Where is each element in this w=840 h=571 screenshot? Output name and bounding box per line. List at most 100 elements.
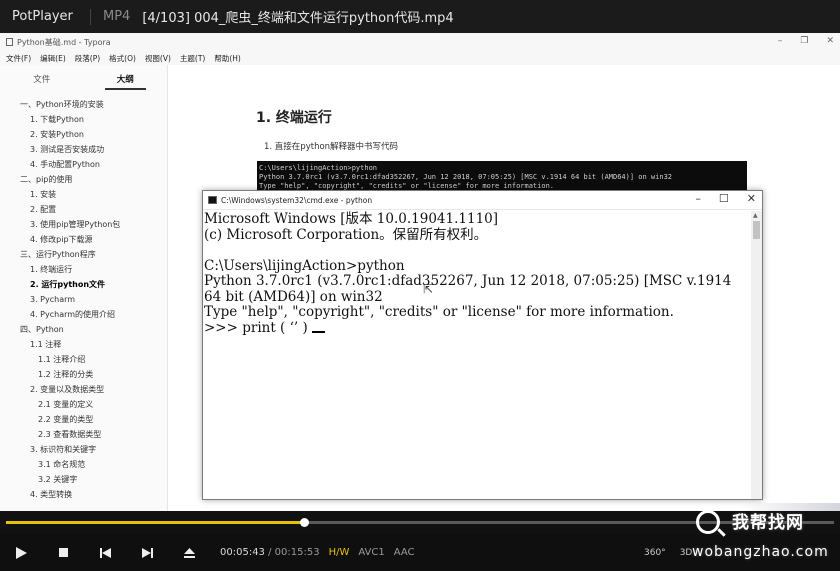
menu-item[interactable]: 主题(T) [180, 53, 205, 64]
outline-item[interactable]: 3. 标识符和关键字 [0, 442, 167, 457]
outline-item[interactable]: 2. 运行python文件 [0, 277, 167, 292]
outline-item[interactable]: 2. 安装Python [0, 127, 167, 142]
typora-title-bar: Python基础.md - Typora – ❐ ✕ [0, 33, 840, 51]
outline-item[interactable]: 二、pip的使用 [0, 172, 167, 187]
outline-item[interactable]: 2. 配置 [0, 202, 167, 217]
typora-window-controls: – ❐ ✕ [778, 36, 834, 46]
typora-sidebar: 文件 大纲 一、Python环境的安装 1. 下载Python 2. 安装Pytho… [0, 65, 168, 511]
close-icon[interactable]: ✕ [747, 192, 756, 205]
cmd-window-controls: – ☐ ✕ [695, 192, 756, 205]
play-button[interactable] [0, 534, 42, 571]
menu-item[interactable]: 文件(F) [6, 53, 31, 64]
console-line: 64 bit (AMD64)] on win32 [204, 288, 383, 305]
console-line: (c) Microsoft Corporation。保留所有权利。 [204, 226, 488, 243]
minimize-icon[interactable]: – [778, 36, 783, 46]
cmd-scrollbar[interactable]: ▲ [751, 211, 762, 499]
total-time: / 00:15:53 [268, 547, 320, 558]
player-title-bar: PotPlayer MP4 [4/103] 004_爬虫_终端和文件运行pyth… [0, 0, 840, 33]
cmd-console[interactable]: Microsoft Windows [版本 10.0.19041.1110] (c… [204, 211, 750, 499]
outline-item[interactable]: 3.1 命名规范 [0, 457, 167, 472]
audio-codec-badge[interactable]: AAC [394, 547, 415, 558]
outline-item[interactable]: 1. 下载Python [0, 112, 167, 127]
eject-button[interactable] [168, 534, 210, 571]
divider [90, 8, 91, 25]
eject-icon [183, 547, 195, 558]
watermark-domain: wobangzhao.com [692, 544, 829, 560]
scroll-up-icon[interactable]: ▲ [753, 212, 758, 219]
outline-item[interactable]: 3.2 关键字 [0, 472, 167, 487]
outline-item[interactable]: 1. 终端运行 [0, 262, 167, 277]
scroll-thumb[interactable] [753, 221, 760, 239]
maximize-icon[interactable]: ☐ [719, 192, 729, 205]
console-line: C:\Users\lijingAction>python [204, 257, 405, 274]
seek-progress [6, 521, 305, 524]
magnifier-icon [696, 510, 720, 534]
stop-button[interactable] [42, 534, 84, 571]
watermark: 我帮找网 wobangzhao.com [690, 508, 840, 571]
outline-item[interactable]: 4. 类型转换 [0, 487, 167, 502]
outline-item[interactable]: 2. 变量以及数据类型 [0, 382, 167, 397]
minimize-icon[interactable]: – [695, 192, 701, 205]
console-line: Python 3.7.0rc1 (v3.7.0rc1:dfad352267, J… [204, 273, 732, 289]
cmd-window[interactable]: C:\Windows\system32\cmd.exe - python – ☐… [202, 190, 763, 500]
terminal-icon [208, 196, 217, 204]
console-line: >>> print ( ‘’ ) [204, 320, 750, 337]
app-name[interactable]: PotPlayer [0, 9, 84, 24]
video-frame[interactable]: Python基础.md - Typora – ❐ ✕ 文件(F) 编辑(E) 段落(… [0, 33, 840, 511]
sidebar-tabs: 文件 大纲 [0, 65, 167, 95]
outline-item[interactable]: 1.2 注释的分类 [0, 367, 167, 382]
right-control-icons: 360° 3D [644, 534, 692, 571]
outline-item[interactable]: 3. 测试是否安装成功 [0, 142, 167, 157]
play-icon [15, 546, 27, 559]
tab-files[interactable]: 文件 [0, 65, 84, 95]
seek-handle[interactable] [300, 518, 310, 527]
outline-item[interactable]: 4. Pycharm的使用介绍 [0, 307, 167, 322]
outline-item[interactable]: 3. 使用pip管理Python包 [0, 217, 167, 232]
menu-item[interactable]: 视图(V) [145, 53, 171, 64]
outline-item[interactable]: 2.2 变量的类型 [0, 412, 167, 427]
outline-item[interactable]: 1.1 注释介绍 [0, 352, 167, 367]
menu-item[interactable]: 段落(P) [75, 53, 100, 64]
menu-item[interactable]: 帮助(H) [214, 53, 241, 64]
menu-item[interactable]: 编辑(E) [40, 53, 66, 64]
watermark-text: 我帮找网 [732, 513, 804, 533]
outline-item[interactable]: 3. Pycharm [0, 292, 167, 307]
document-icon [6, 38, 13, 46]
format-label: MP4 [103, 9, 131, 24]
previous-icon [99, 547, 111, 558]
current-time: 00:05:43 [220, 547, 265, 558]
cmd-window-title: C:\Windows\system32\cmd.exe - python [221, 195, 373, 205]
outline-item[interactable]: 2.3 查看数据类型 [0, 427, 167, 442]
next-button[interactable] [126, 534, 168, 571]
vr-360-button[interactable]: 360° [644, 548, 666, 558]
outline-item[interactable]: 1. 安装 [0, 187, 167, 202]
stop-icon [58, 548, 68, 557]
section-heading: 1. 终端运行 [256, 110, 332, 126]
outline-item[interactable]: 一、Python环境的安装 [0, 97, 167, 112]
typora-window-title: Python基础.md - Typora [17, 37, 111, 47]
hw-decoder-badge[interactable]: H/W [329, 547, 350, 558]
file-title: [4/103] 004_爬虫_终端和文件运行python代码.mp4 [142, 11, 454, 26]
outline-item[interactable]: 四、Python [0, 322, 167, 337]
close-icon[interactable]: ✕ [826, 36, 834, 46]
typora-menu-bar: 文件(F) 编辑(E) 段落(P) 格式(O) 视图(V) 主题(T) 帮助(H) [0, 51, 840, 65]
outline-item[interactable]: 4. 修改pip下载源 [0, 232, 167, 247]
time-display: 00:05:43 / 00:15:53 [220, 547, 320, 558]
outline-list: 一、Python环境的安装 1. 下载Python 2. 安装Python 3. 测试… [0, 97, 167, 502]
tab-outline[interactable]: 大纲 [84, 65, 168, 95]
next-icon [141, 547, 153, 558]
menu-item[interactable]: 格式(O) [109, 53, 136, 64]
outline-item[interactable]: 三、运行Python程序 [0, 247, 167, 262]
video-codec-badge[interactable]: AVC1 [358, 547, 384, 558]
cmd-title-bar: C:\Windows\system32\cmd.exe - python – ☐… [203, 191, 762, 210]
outline-item[interactable]: 1.1 注释 [0, 337, 167, 352]
outline-item[interactable]: 2.1 变量的定义 [0, 397, 167, 412]
code-line: C:\Users\lijingAction>python [259, 164, 378, 172]
list-item: 1. 直接在python解释器中书写代码 [264, 142, 399, 152]
code-line: Python 3.7.0rc1 (v3.7.0rc1:dfad352267, J… [259, 173, 673, 181]
restore-icon[interactable]: ❐ [800, 36, 808, 46]
outline-item[interactable]: 4. 手动配置Python [0, 157, 167, 172]
mouse-cursor-icon: ⇱ [423, 282, 434, 296]
previous-button[interactable] [84, 534, 126, 571]
